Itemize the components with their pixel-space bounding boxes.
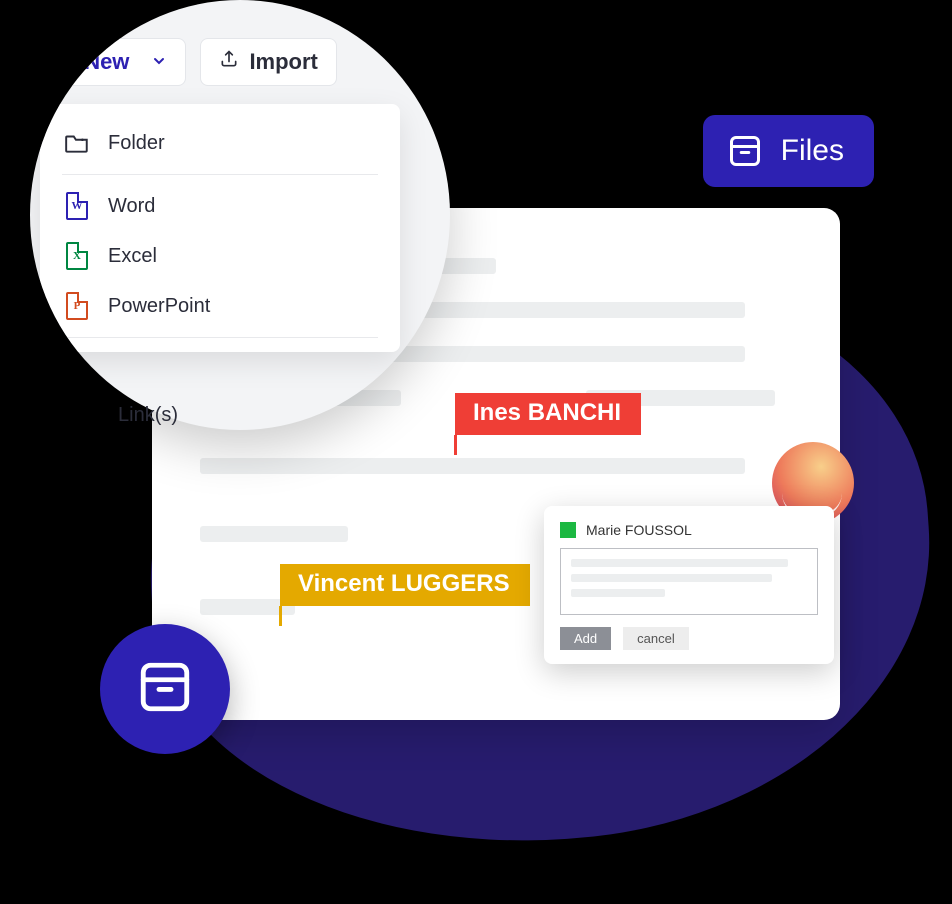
divider — [62, 337, 378, 338]
chevron-down-icon — [151, 49, 167, 75]
files-badge: Files — [703, 115, 874, 187]
word-icon: W — [64, 193, 90, 219]
archive-round-button[interactable] — [100, 624, 230, 754]
new-menu-panel: + New Import Folder — [30, 0, 450, 430]
user-cursor-vincent: Vincent LUGGERS — [280, 564, 530, 606]
archive-icon — [727, 133, 763, 169]
upload-icon — [219, 49, 239, 75]
new-button-label: New — [84, 49, 129, 75]
files-badge-label: Files — [781, 134, 844, 168]
divider — [62, 174, 378, 175]
new-button[interactable]: + New — [40, 38, 186, 86]
user-cursor-ines: Ines BANCHI — [455, 393, 641, 435]
menu-item-label: Excel — [108, 245, 157, 268]
archive-icon — [136, 658, 194, 721]
import-button[interactable]: Import — [200, 38, 336, 86]
menu-item-word[interactable]: W Word — [40, 181, 400, 231]
menu-item-links[interactable]: Link(s) — [118, 404, 178, 427]
menu-item-excel[interactable]: X Excel — [40, 231, 400, 281]
new-dropdown: Folder W Word X Excel P PowerPoint — [40, 104, 400, 352]
import-button-label: Import — [249, 49, 317, 75]
skeleton-line — [200, 458, 745, 474]
skeleton-line — [571, 589, 665, 597]
user-color-swatch — [560, 522, 576, 538]
comment-popover: Marie FOUSSOL Add cancel — [544, 506, 834, 664]
comment-user-name: Marie FOUSSOL — [586, 522, 692, 538]
menu-item-label: Word — [108, 195, 155, 218]
menu-item-powerpoint[interactable]: P PowerPoint — [40, 281, 400, 331]
add-button[interactable]: Add — [560, 627, 611, 650]
excel-icon: X — [64, 243, 90, 269]
cancel-button[interactable]: cancel — [623, 627, 689, 650]
skeleton-line — [571, 559, 788, 567]
folder-icon — [64, 130, 90, 156]
plus-icon: + — [59, 52, 74, 73]
menu-item-label: Folder — [108, 132, 165, 155]
menu-item-folder[interactable]: Folder — [40, 118, 400, 168]
skeleton-line — [200, 526, 348, 542]
menu-item-label: PowerPoint — [108, 295, 210, 318]
skeleton-line — [571, 574, 772, 582]
comment-textarea[interactable] — [560, 548, 818, 615]
powerpoint-icon: P — [64, 293, 90, 319]
